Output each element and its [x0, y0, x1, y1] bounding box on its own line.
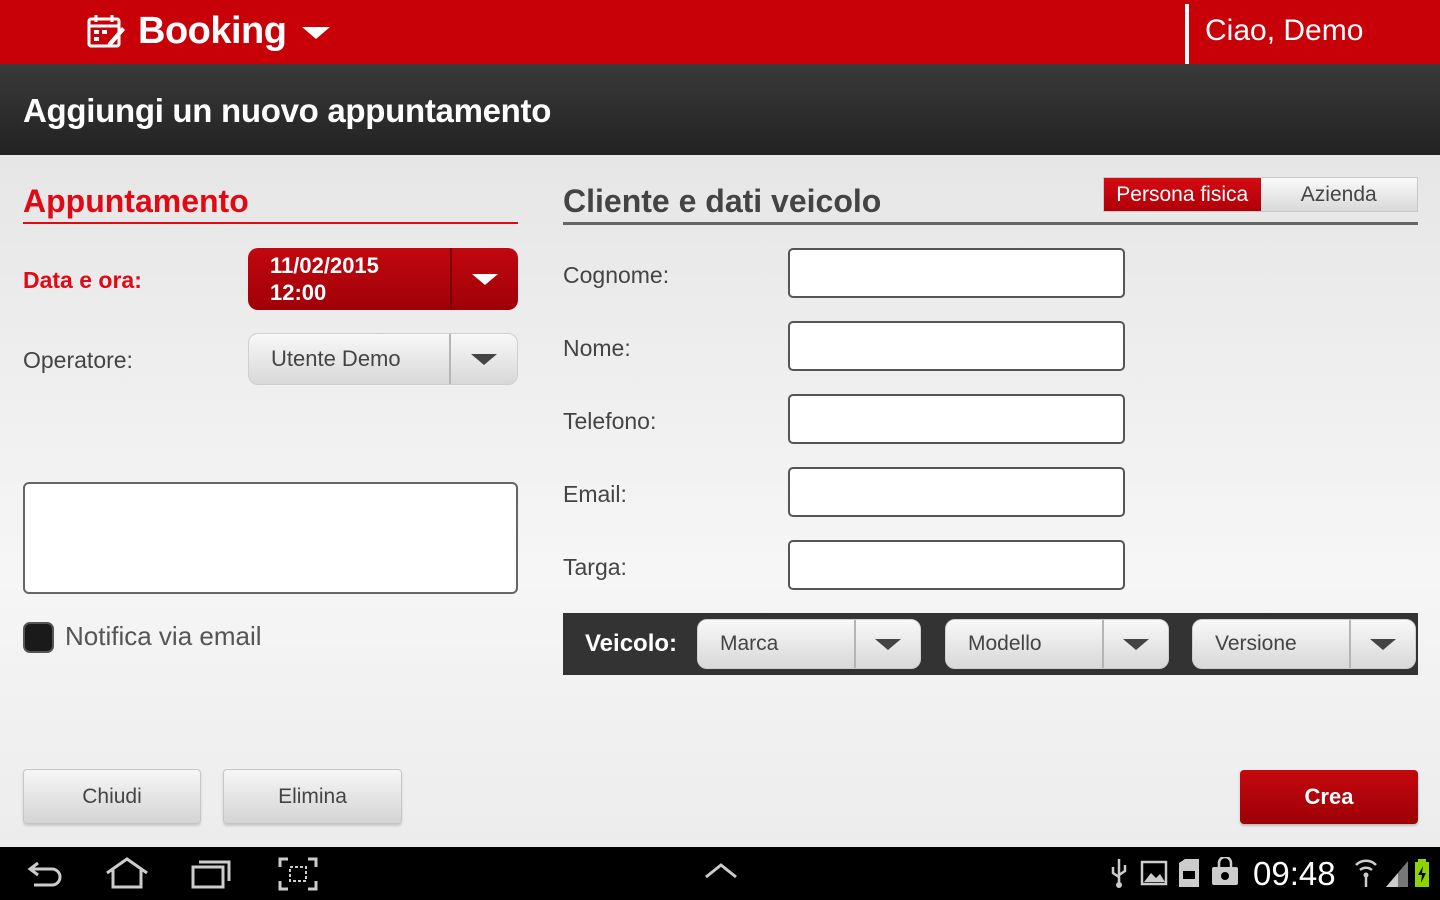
- notes-textarea[interactable]: [23, 482, 518, 594]
- wifi-icon: [1355, 859, 1377, 887]
- battery-icon: [1415, 859, 1429, 887]
- divider: [1185, 4, 1189, 64]
- shop-bag-icon: [1212, 857, 1238, 885]
- operator-label: Operatore:: [23, 347, 133, 373]
- date-time-value: 11/02/2015 12:00: [248, 252, 450, 306]
- delete-button[interactable]: Elimina: [223, 769, 402, 824]
- version-value: Versione: [1215, 632, 1297, 655]
- name-input[interactable]: [788, 321, 1125, 371]
- name-label: Nome:: [563, 335, 631, 361]
- usb-icon: [1111, 859, 1127, 888]
- section-divider: [563, 222, 1418, 225]
- appointment-section-title: Appuntamento: [23, 183, 249, 219]
- screenshot-icon[interactable]: [278, 857, 318, 891]
- chevron-down-icon: [471, 353, 497, 365]
- app-bar: Booking Ciao, Demo: [0, 0, 1440, 64]
- email-notify-checkbox[interactable]: [23, 622, 54, 653]
- vehicle-label: Veicolo:: [585, 630, 678, 657]
- brand-value: Marca: [720, 632, 779, 655]
- operator-select[interactable]: Utente Demo: [248, 333, 518, 385]
- close-button[interactable]: Chiudi: [23, 769, 201, 824]
- chevron-down-icon: [1370, 638, 1396, 650]
- user-greeting[interactable]: Ciao, Demo: [1205, 14, 1363, 48]
- chevron-down-icon: [1123, 638, 1149, 650]
- tab-azienda[interactable]: Azienda: [1260, 178, 1417, 211]
- back-icon[interactable]: [24, 857, 64, 891]
- app-title: Booking: [138, 9, 287, 52]
- email-input[interactable]: [788, 467, 1125, 517]
- surname-input[interactable]: [788, 248, 1125, 298]
- tab-persona-fisica[interactable]: Persona fisica: [1104, 178, 1261, 211]
- date-value: 11/02/2015: [270, 253, 379, 278]
- plate-input[interactable]: [788, 540, 1125, 590]
- model-select[interactable]: Modello: [945, 619, 1169, 669]
- version-dropdown-arrow[interactable]: [1349, 620, 1415, 668]
- version-select[interactable]: Versione: [1192, 619, 1416, 669]
- chevron-down-icon: [302, 27, 331, 39]
- client-type-toggle[interactable]: Persona fisica Azienda: [1103, 177, 1418, 212]
- chevron-down-icon: [472, 273, 498, 285]
- calendar-icon: [87, 15, 125, 48]
- email-notify-label[interactable]: Notifica via email: [65, 621, 262, 652]
- client-section-title: Cliente e dati veicolo: [563, 183, 882, 219]
- create-button[interactable]: Crea: [1240, 770, 1418, 824]
- home-icon[interactable]: [103, 857, 151, 891]
- system-nav-bar: 09:48: [0, 847, 1440, 900]
- vehicle-bar: Veicolo: Marca Modello Versione: [563, 613, 1418, 675]
- sd-card-icon: [1179, 859, 1199, 887]
- main-content: Appuntamento Data e ora: 11/02/2015 12:0…: [0, 155, 1440, 847]
- date-dropdown-arrow[interactable]: [450, 248, 518, 310]
- model-dropdown-arrow[interactable]: [1102, 620, 1168, 668]
- brand-select[interactable]: Marca: [697, 619, 921, 669]
- operator-value: Utente Demo: [271, 346, 401, 371]
- plate-label: Targa:: [563, 554, 627, 580]
- date-time-picker[interactable]: 11/02/2015 12:00: [248, 248, 518, 310]
- gallery-icon: [1140, 860, 1168, 886]
- page-header: Aggiungi un nuovo appuntamento: [0, 64, 1440, 155]
- brand-dropdown-arrow[interactable]: [854, 620, 920, 668]
- operator-dropdown-arrow[interactable]: [449, 334, 517, 384]
- time-value: 12:00: [270, 280, 327, 305]
- chevron-up-icon[interactable]: [702, 857, 740, 887]
- model-value: Modello: [968, 632, 1042, 655]
- signal-icon: [1386, 861, 1408, 887]
- recent-apps-icon[interactable]: [190, 857, 232, 891]
- surname-label: Cognome:: [563, 262, 670, 288]
- email-label: Email:: [563, 481, 627, 507]
- chevron-down-icon: [875, 638, 901, 650]
- section-divider: [23, 222, 518, 224]
- phone-label: Telefono:: [563, 408, 657, 434]
- page-title: Aggiungi un nuovo appuntamento: [23, 92, 552, 129]
- date-label: Data e ora:: [23, 267, 142, 293]
- status-clock: 09:48: [1253, 855, 1336, 892]
- app-menu-button[interactable]: Booking: [86, 6, 331, 56]
- phone-input[interactable]: [788, 394, 1125, 444]
